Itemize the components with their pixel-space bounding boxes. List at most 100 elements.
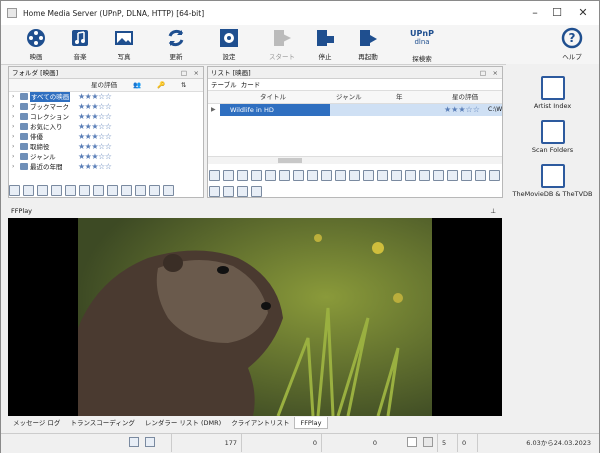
folder-item[interactable]: › お気に入り ★★★☆☆ xyxy=(9,122,203,132)
list-toolbar-icon[interactable] xyxy=(209,170,220,181)
rating-column-header[interactable]: 星の評価 xyxy=(452,91,478,104)
monitor-icon[interactable] xyxy=(145,437,155,447)
expand-arrow-icon[interactable]: › xyxy=(12,102,14,112)
artist-index-button[interactable]: Artist Index xyxy=(506,76,599,110)
music-button[interactable]: 音楽 xyxy=(61,27,99,63)
expand-arrow-icon[interactable]: › xyxy=(12,122,14,132)
folder-item[interactable]: › 俳優 ★★★☆☆ xyxy=(9,132,203,142)
genre-column-header[interactable]: ジャンル xyxy=(336,91,362,104)
folder-toolbar-icon[interactable] xyxy=(65,185,76,196)
side-panel: Artist Index Scan Folders TheMovieDB & T… xyxy=(506,64,599,214)
update-button[interactable]: 更新 xyxy=(157,27,195,63)
start-button[interactable]: スタート xyxy=(263,27,301,63)
expand-arrow-icon[interactable]: › xyxy=(12,112,14,122)
status-checkbox[interactable] xyxy=(407,437,417,447)
list-toolbar-icon[interactable] xyxy=(265,170,276,181)
restart-button[interactable]: 再起動 xyxy=(349,27,387,63)
bottom-tab[interactable]: トランスコーディング xyxy=(65,417,139,429)
list-toolbar-icon[interactable] xyxy=(433,170,444,181)
folder-toolbar-icon[interactable] xyxy=(51,185,62,196)
list-toolbar-icon[interactable] xyxy=(489,170,500,181)
close-button[interactable]: ✕ xyxy=(569,1,597,25)
pin-icon[interactable]: □ xyxy=(480,67,486,79)
folder-toolbar-icon[interactable] xyxy=(135,185,146,196)
horizontal-scrollbar[interactable] xyxy=(208,156,502,164)
search-button[interactable]: UPnP dlna 探検索 xyxy=(402,27,442,63)
folder-item[interactable]: › コレクション ★★★☆☆ xyxy=(9,112,203,122)
folder-item[interactable]: › ブックマーク ★★★☆☆ xyxy=(9,102,203,112)
list-toolbar-icon[interactable] xyxy=(279,170,290,181)
movie-button[interactable]: 映画 xyxy=(17,27,55,63)
list-toolbar-icon[interactable] xyxy=(293,170,304,181)
folder-toolbar-icon[interactable] xyxy=(163,185,174,196)
table-row[interactable]: ▶ Wildlife in HD ★★★☆☆ C:\W xyxy=(208,104,502,116)
list-toolbar-icon[interactable] xyxy=(209,185,220,197)
folder-toolbar-icon[interactable] xyxy=(107,185,118,196)
folder-toolbar-icon[interactable] xyxy=(149,185,160,196)
bottom-tab[interactable]: レンダラー リスト (DMR) xyxy=(140,417,226,429)
list-toolbar-icon[interactable] xyxy=(461,170,472,181)
key-icon[interactable]: 🔑 xyxy=(157,79,165,92)
folder-toolbar-icon[interactable] xyxy=(121,185,132,196)
expand-arrow-icon[interactable]: › xyxy=(12,162,14,172)
folder-toolbar-icon[interactable] xyxy=(23,185,34,196)
folder-item[interactable]: › 最近の年間 ★★★☆☆ xyxy=(9,162,203,172)
title-column-header[interactable]: タイトル xyxy=(260,91,286,104)
expand-arrow-icon[interactable]: › xyxy=(12,152,14,162)
list-icon-bar xyxy=(209,169,501,197)
users-icon[interactable]: 👥 xyxy=(133,79,141,92)
folder-toolbar-icon[interactable] xyxy=(37,185,48,196)
list-toolbar-icon[interactable] xyxy=(475,170,486,181)
list-toolbar-icon[interactable] xyxy=(405,170,416,181)
list-toolbar-icon[interactable] xyxy=(223,170,234,181)
help-button[interactable]: ? ヘルプ xyxy=(553,27,591,63)
list-toolbar-icon[interactable] xyxy=(237,185,248,197)
network-icon[interactable] xyxy=(129,437,139,447)
tab-card[interactable]: カード xyxy=(241,81,261,89)
expand-arrow-icon[interactable]: › xyxy=(12,142,14,152)
close-panel-icon[interactable]: × xyxy=(493,67,498,79)
list-toolbar-icon[interactable] xyxy=(251,185,262,197)
bottom-tab[interactable]: FFPlay xyxy=(294,417,328,429)
folder-item[interactable]: › 取締役 ★★★☆☆ xyxy=(9,142,203,152)
list-toolbar-icon[interactable] xyxy=(321,170,332,181)
list-toolbar-icon[interactable] xyxy=(419,170,430,181)
folder-item[interactable]: › ジャンル ★★★☆☆ xyxy=(9,152,203,162)
pin-icon[interactable]: □ xyxy=(181,67,187,79)
themoviedb-button[interactable]: TheMovieDB & TheTVDB xyxy=(506,164,599,198)
scrollbar-thumb[interactable] xyxy=(278,158,302,163)
artist-index-label: Artist Index xyxy=(533,102,572,110)
bottom-tab[interactable]: クライアントリスト xyxy=(226,417,294,429)
status-checkbox-2[interactable] xyxy=(423,437,433,447)
video-player[interactable] xyxy=(8,218,502,416)
bottom-tab[interactable]: メッセージ ログ xyxy=(8,417,65,429)
list-toolbar-icon[interactable] xyxy=(349,170,360,181)
stop-button[interactable]: 停止 xyxy=(306,27,344,63)
list-toolbar-icon[interactable] xyxy=(237,170,248,181)
folder-toolbar-icon[interactable] xyxy=(93,185,104,196)
list-toolbar-icon[interactable] xyxy=(335,170,346,181)
folder-toolbar-icon[interactable] xyxy=(79,185,90,196)
tab-table[interactable]: テーブル xyxy=(211,81,237,89)
list-toolbar-icon[interactable] xyxy=(391,170,402,181)
close-panel-icon[interactable]: × xyxy=(194,67,199,79)
folder-toolbar-icon[interactable] xyxy=(9,185,20,196)
pin-icon[interactable]: ⊥ xyxy=(490,204,496,218)
rating-column-header[interactable]: 星の評価 xyxy=(91,79,117,92)
list-toolbar-icon[interactable] xyxy=(447,170,458,181)
expand-arrow-icon[interactable]: › xyxy=(12,132,14,142)
expand-arrow-icon[interactable]: › xyxy=(12,92,14,102)
maximize-button[interactable]: ☐ xyxy=(543,1,571,25)
list-toolbar-icon[interactable] xyxy=(223,185,234,197)
photo-button[interactable]: 写真 xyxy=(105,27,143,63)
sort-icon[interactable]: ⇅ xyxy=(181,79,186,92)
expand-arrow-icon[interactable]: ▶ xyxy=(211,104,216,116)
list-toolbar-icon[interactable] xyxy=(363,170,374,181)
settings-button[interactable]: 設定 xyxy=(210,27,248,63)
folder-item[interactable]: › すべての映画 ★★★☆☆ xyxy=(9,92,203,102)
list-toolbar-icon[interactable] xyxy=(307,170,318,181)
scan-folders-button[interactable]: Scan Folders xyxy=(506,120,599,154)
list-toolbar-icon[interactable] xyxy=(377,170,388,181)
year-column-header[interactable]: 年 xyxy=(396,91,403,104)
list-toolbar-icon[interactable] xyxy=(251,170,262,181)
